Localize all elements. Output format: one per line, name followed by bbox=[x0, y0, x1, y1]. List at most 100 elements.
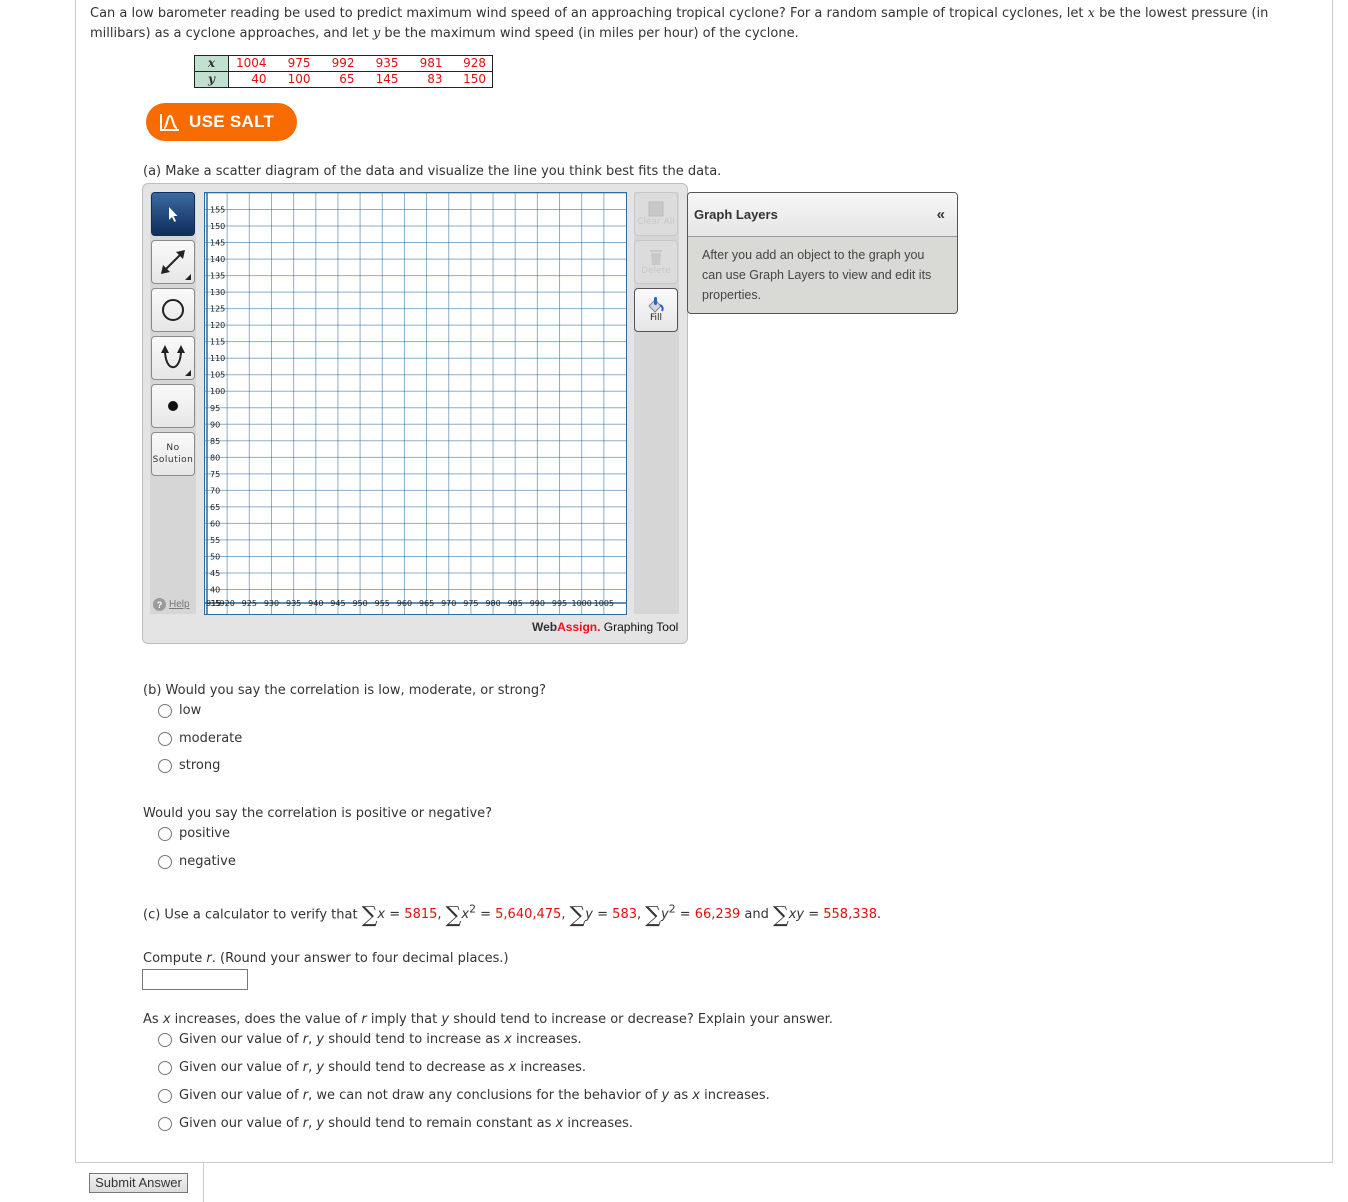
radio-option-negative[interactable]: negative bbox=[158, 854, 236, 869]
table-header-y: y bbox=[194, 71, 229, 88]
x-tick-label: 985 bbox=[508, 599, 523, 608]
parabola-tool-button[interactable] bbox=[151, 336, 195, 380]
no-solution-button[interactable]: No Solution bbox=[151, 432, 195, 476]
sigma-icon: ∑ bbox=[569, 903, 586, 929]
y-tick-label: 75 bbox=[210, 470, 220, 479]
radio-button[interactable] bbox=[158, 854, 172, 869]
radio-button[interactable] bbox=[158, 703, 172, 718]
part-a-prompt: (a) Make a scatter diagram of the data a… bbox=[143, 164, 722, 179]
radio-option-moderate[interactable]: moderate bbox=[158, 731, 242, 746]
radio-option-strong[interactable]: strong bbox=[158, 758, 220, 773]
x-tick-label: 920 bbox=[220, 599, 235, 608]
fill-button[interactable]: Fill bbox=[634, 288, 678, 332]
y-tick-label: 125 bbox=[210, 305, 225, 314]
radio-button[interactable] bbox=[158, 1032, 172, 1047]
table-cell: 981 bbox=[419, 56, 443, 70]
radio-option-increase[interactable]: Given our value of r, y should tend to i… bbox=[158, 1032, 582, 1047]
r-answer-input[interactable] bbox=[142, 969, 248, 990]
line-tool-button[interactable] bbox=[151, 240, 195, 284]
graph-layers-body: After you add an object to the graph you… bbox=[702, 248, 932, 302]
part-b-prompt: (b) Would you say the correlation is low… bbox=[143, 683, 546, 698]
radio-button[interactable] bbox=[158, 826, 172, 841]
radio-option-positive[interactable]: positive bbox=[158, 826, 230, 841]
intro-text: Can a low barometer reading be used to p… bbox=[90, 6, 1088, 21]
paint-bucket-icon bbox=[648, 297, 664, 313]
y-tick-label: 105 bbox=[210, 371, 225, 380]
option-label: Given our value of r, y should tend to r… bbox=[179, 1116, 634, 1131]
direction-prompt: Would you say the correlation is positiv… bbox=[143, 806, 493, 821]
table-cell: 145 bbox=[375, 72, 399, 86]
data-table: x 1004 975 992 935 981 928 y 40 100 65 1… bbox=[194, 55, 493, 88]
clear-all-button[interactable]: Clear All bbox=[634, 192, 678, 236]
x-tick-label: 940 bbox=[308, 599, 323, 608]
arrow-cursor-icon bbox=[169, 207, 178, 222]
radio-button[interactable] bbox=[158, 1060, 172, 1075]
x-tick-label: 960 bbox=[397, 599, 412, 608]
sum-x-squared: ∑x2 = 5,640,475, bbox=[445, 903, 570, 929]
table-cell: 65 bbox=[339, 72, 355, 86]
var-x: x bbox=[1087, 6, 1095, 21]
y-tick-label: 115 bbox=[210, 338, 225, 347]
answer-panel bbox=[203, 1162, 1333, 1202]
y-tick-label: 155 bbox=[210, 206, 225, 215]
part-c-prompt: (c) Use a calculator to verify that ∑x =… bbox=[143, 903, 882, 929]
y-tick-label: 65 bbox=[210, 503, 220, 512]
y-tick-label: 140 bbox=[210, 255, 225, 264]
option-label: Given our value of r, y should tend to d… bbox=[179, 1060, 587, 1075]
radio-option-low[interactable]: low bbox=[158, 703, 201, 718]
y-tick-label: 95 bbox=[210, 404, 220, 413]
table-row-x: x 1004 975 992 935 981 928 bbox=[194, 55, 493, 72]
radio-button[interactable] bbox=[158, 758, 172, 773]
y-tick-label: 70 bbox=[210, 486, 220, 495]
prompt-text: increases, does the value of bbox=[170, 1012, 362, 1027]
sigma-icon: ∑ bbox=[645, 903, 661, 929]
prompt-text: As bbox=[143, 1012, 163, 1027]
x-tick-label: 970 bbox=[441, 599, 456, 608]
radio-button[interactable] bbox=[158, 731, 172, 746]
sigma-icon: ∑ bbox=[772, 903, 789, 929]
no-solution-label: Solution bbox=[152, 455, 194, 465]
radio-option-constant[interactable]: Given our value of r, y should tend to r… bbox=[158, 1116, 633, 1131]
radio-button[interactable] bbox=[158, 1088, 172, 1103]
sum-sep: . bbox=[877, 907, 882, 923]
option-label: low bbox=[179, 703, 202, 718]
x-tick-label: 990 bbox=[530, 599, 545, 608]
graph-grid: 40 45 50 55 60 65 70 75 80 85 90 95 100 105 110 115 120 1… bbox=[205, 193, 626, 614]
x-tick-label: 1000 bbox=[572, 599, 592, 608]
pointer-tool-button[interactable] bbox=[151, 192, 195, 236]
delete-button[interactable]: Delete bbox=[634, 240, 678, 284]
y-tick-label: 55 bbox=[210, 536, 220, 545]
x-tick-label: 930 bbox=[264, 599, 279, 608]
sum-value: 5,640,475 bbox=[495, 907, 562, 923]
prompt-text: should tend to increase or decrease? Exp… bbox=[449, 1012, 833, 1027]
sigma-icon: ∑ bbox=[445, 903, 462, 929]
brand-assign: Assign. bbox=[557, 620, 601, 634]
collapse-icon[interactable]: « bbox=[937, 206, 945, 223]
option-label: strong bbox=[179, 758, 221, 773]
sum-x: ∑x = 5815, bbox=[361, 903, 446, 929]
sum-expr: x bbox=[377, 907, 386, 923]
y-tick-label: 110 bbox=[210, 354, 225, 363]
brand-web: Web bbox=[532, 620, 558, 634]
circle-tool-button[interactable] bbox=[151, 288, 195, 332]
sum-value: 66,239 bbox=[694, 907, 741, 923]
table-cell: 83 bbox=[427, 72, 443, 86]
x-tick-label: 925 bbox=[242, 599, 257, 608]
var-x: x bbox=[162, 1012, 171, 1027]
x-tick-label: 995 bbox=[552, 599, 567, 608]
radio-button[interactable] bbox=[158, 1116, 172, 1131]
compute-r-prompt: Compute r. (Round your answer to four de… bbox=[143, 951, 509, 966]
use-salt-button[interactable]: USE SALT bbox=[146, 103, 297, 141]
radio-option-decrease[interactable]: Given our value of r, y should tend to d… bbox=[158, 1060, 586, 1075]
table-header-x: x bbox=[194, 55, 229, 72]
table-cell: 150 bbox=[463, 72, 486, 86]
sum-value: 583 bbox=[612, 907, 637, 923]
delete-label: Delete bbox=[641, 266, 671, 276]
submit-answer-button[interactable]: Submit Answer bbox=[89, 1173, 188, 1193]
graph-canvas[interactable]: 40 45 50 55 60 65 70 75 80 85 90 95 100 105 110 115 120 1… bbox=[204, 192, 627, 615]
radio-option-no-conclusion[interactable]: Given our value of r, we can not draw an… bbox=[158, 1088, 770, 1103]
point-tool-button[interactable] bbox=[151, 384, 195, 428]
double-arrow-line-icon bbox=[161, 250, 185, 274]
option-label: negative bbox=[179, 854, 236, 869]
help-link[interactable]: ? Help bbox=[153, 598, 190, 611]
